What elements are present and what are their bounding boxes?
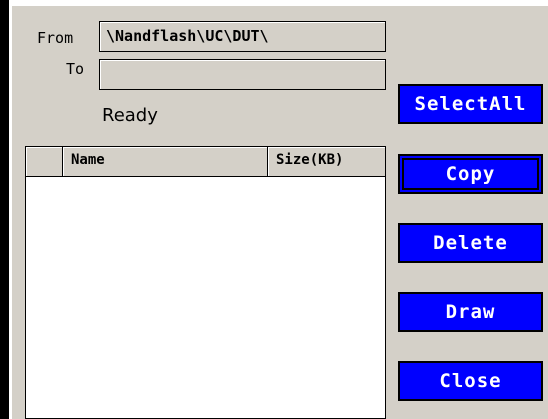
window-left-highlight bbox=[9, 6, 12, 419]
to-label: To bbox=[66, 60, 85, 78]
window-top-edge bbox=[0, 0, 548, 6]
close-button[interactable]: Close bbox=[398, 361, 543, 401]
to-path-field[interactable] bbox=[99, 59, 386, 90]
copy-button[interactable]: Copy bbox=[398, 154, 543, 194]
select-all-button[interactable]: SelectAll bbox=[398, 84, 543, 124]
name-column-header[interactable]: Name bbox=[63, 147, 268, 176]
status-text: Ready bbox=[102, 105, 158, 126]
delete-button[interactable]: Delete bbox=[398, 223, 543, 263]
file-list[interactable]: Name Size(KB) bbox=[25, 146, 386, 419]
size-column-header[interactable]: Size(KB) bbox=[268, 147, 385, 176]
window-left-edge bbox=[0, 0, 9, 419]
select-column-header[interactable] bbox=[26, 147, 63, 176]
from-path-field[interactable]: \Nandflash\UC\DUT\ bbox=[99, 21, 386, 52]
draw-button[interactable]: Draw bbox=[398, 292, 543, 332]
from-label: From bbox=[37, 29, 74, 47]
file-list-header: Name Size(KB) bbox=[26, 147, 385, 177]
